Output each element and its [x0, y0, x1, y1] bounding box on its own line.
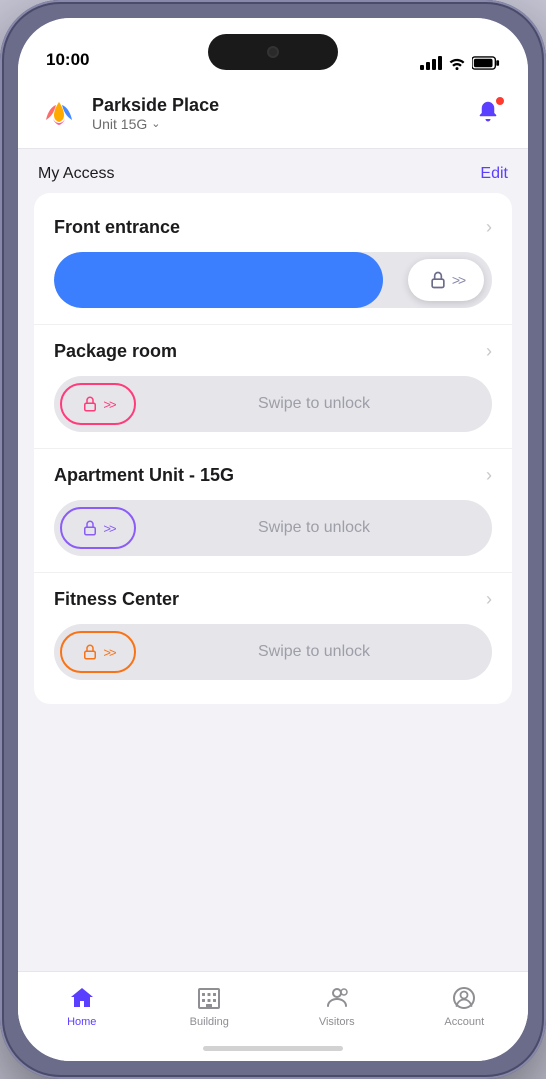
header-left: Parkside Place Unit 15G ⌄ [38, 92, 219, 134]
swipe-label-package-room: Swipe to unlock [136, 395, 492, 413]
access-item-package-room: Package room › >> Swipe to u [34, 324, 512, 448]
home-icon [68, 984, 96, 1012]
account-icon [450, 984, 478, 1012]
access-item-front-entrance: Front entrance › >> [34, 201, 512, 324]
status-icons [420, 56, 500, 70]
app-header: Parkside Place Unit 15G ⌄ [18, 78, 528, 149]
tab-visitors[interactable]: Visitors [273, 984, 401, 1028]
access-name-fitness-center: Fitness Center [54, 589, 179, 610]
unit-label: Unit 15G [92, 116, 147, 132]
swipe-thumb-apartment: >> [60, 507, 136, 549]
tab-home[interactable]: Home [18, 984, 146, 1028]
slider-thumb: >> [408, 259, 484, 301]
lock-icon-orange [81, 643, 99, 661]
unit-selector[interactable]: Unit 15G ⌄ [92, 116, 219, 132]
edit-button[interactable]: Edit [480, 165, 508, 183]
access-name-apartment-unit: Apartment Unit - 15G [54, 465, 234, 486]
access-item-apartment-unit: Apartment Unit - 15G › >> Sw [34, 448, 512, 572]
lock-icon-pink [81, 395, 99, 413]
fitness-center-arrow-icon: › [486, 589, 492, 610]
slider-fill [54, 252, 383, 308]
double-chevron-orange-icon: >> [103, 645, 114, 660]
screen-content: Parkside Place Unit 15G ⌄ [18, 78, 528, 1061]
header-text-group: Parkside Place Unit 15G ⌄ [92, 95, 219, 132]
phone-frame: 10:00 [0, 0, 546, 1079]
my-access-title: My Access [38, 165, 114, 183]
section-header: My Access Edit [18, 149, 528, 193]
tab-home-label: Home [67, 1016, 96, 1028]
front-entrance-slider[interactable]: >> [54, 252, 492, 308]
wifi-icon [448, 56, 466, 70]
app-logo [38, 92, 80, 134]
package-room-swipe[interactable]: >> Swipe to unlock [54, 376, 492, 432]
swipe-thumb-package-room: >> [60, 383, 136, 425]
tab-account-label: Account [444, 1016, 484, 1028]
front-entrance-arrow-icon: › [486, 217, 492, 238]
swipe-thumb-fitness: >> [60, 631, 136, 673]
visitors-icon [323, 984, 351, 1012]
lock-icon-purple [81, 519, 99, 537]
double-chevron-purple-icon: >> [103, 521, 114, 536]
double-chevron-pink-icon: >> [103, 397, 114, 412]
apartment-unit-swipe[interactable]: >> Swipe to unlock [54, 500, 492, 556]
access-item-header: Package room › [54, 341, 492, 362]
tab-account[interactable]: Account [401, 984, 529, 1028]
notification-badge [494, 95, 506, 107]
double-chevron-icon: >> [452, 272, 464, 288]
lock-icon [428, 270, 448, 290]
access-card: Front entrance › >> [34, 193, 512, 704]
signal-icon [420, 56, 442, 70]
access-name-package-room: Package room [54, 341, 177, 362]
home-indicator [203, 1046, 343, 1051]
battery-icon [472, 56, 500, 70]
access-name-front-entrance: Front entrance [54, 217, 180, 238]
status-time: 10:00 [46, 50, 89, 70]
unit-chevron-icon: ⌄ [151, 117, 160, 130]
dynamic-island [208, 34, 338, 70]
access-item-header: Apartment Unit - 15G › [54, 465, 492, 486]
building-icon [195, 984, 223, 1012]
tab-visitors-label: Visitors [319, 1016, 355, 1028]
phone-screen: 10:00 [18, 18, 528, 1061]
tab-building-label: Building [190, 1016, 229, 1028]
content-scroll[interactable]: My Access Edit Front entrance › [18, 149, 528, 971]
tab-building[interactable]: Building [146, 984, 274, 1028]
access-item-fitness-center: Fitness Center › >> Swipe to [34, 572, 512, 696]
package-room-arrow-icon: › [486, 341, 492, 362]
apartment-unit-arrow-icon: › [486, 465, 492, 486]
notification-button[interactable] [468, 93, 508, 133]
access-item-header: Front entrance › [54, 217, 492, 238]
property-name: Parkside Place [92, 95, 219, 116]
fitness-center-swipe[interactable]: >> Swipe to unlock [54, 624, 492, 680]
swipe-label-apartment: Swipe to unlock [136, 519, 492, 537]
access-item-header: Fitness Center › [54, 589, 492, 610]
camera [267, 46, 279, 58]
swipe-label-fitness: Swipe to unlock [136, 643, 492, 661]
